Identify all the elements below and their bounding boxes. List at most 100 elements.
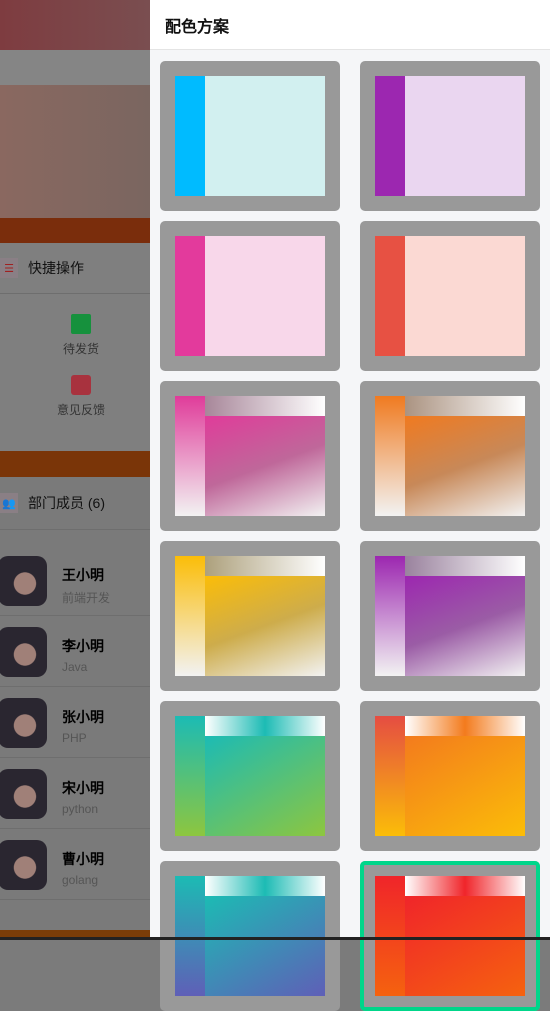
preview-sidebar	[175, 876, 205, 996]
preview-content	[205, 416, 325, 516]
color-scheme-option[interactable]	[360, 541, 540, 691]
members-header: 👥 部门成员 (6)	[0, 477, 150, 530]
member-name: 曹小明	[62, 851, 104, 867]
preview-sidebar	[175, 76, 205, 196]
preview-topbar	[205, 556, 325, 576]
preview-sidebar	[375, 556, 405, 676]
scheme-preview	[175, 556, 325, 676]
color-scheme-option[interactable]	[160, 701, 340, 851]
preview-sidebar	[175, 396, 205, 516]
color-scheme-option[interactable]	[160, 861, 340, 1011]
preview-content	[205, 76, 325, 196]
preview-content	[205, 896, 325, 996]
preview-sidebar	[175, 556, 205, 676]
member-row[interactable]: 王小明 前端开发	[0, 545, 150, 616]
action-label: 待发货	[62, 342, 99, 356]
page-header	[0, 0, 150, 50]
member-row[interactable]: 宋小明 python	[0, 758, 150, 829]
divider-band	[0, 451, 150, 477]
preview-content	[405, 576, 525, 676]
scheme-preview	[175, 236, 325, 356]
quick-actions-header: ☰ 快捷操作	[0, 243, 150, 293]
scheme-preview	[375, 556, 525, 676]
avatar	[0, 698, 47, 748]
pending-shipment-action[interactable]: 待发货	[0, 314, 150, 357]
color-scheme-option[interactable]	[360, 61, 540, 211]
member-role: Java	[62, 660, 88, 674]
member-name: 宋小明	[62, 780, 104, 796]
avatar	[0, 627, 47, 677]
member-name: 李小明	[62, 638, 104, 654]
preview-content	[205, 576, 325, 676]
list-icon: ☰	[0, 258, 18, 278]
members-title: 部门成员 (6)	[28, 495, 105, 511]
preview-topbar	[405, 876, 525, 896]
scheme-preview	[175, 396, 325, 516]
group-icon: 👥	[0, 493, 18, 513]
member-row[interactable]: 李小明 Java	[0, 616, 150, 687]
avatar	[0, 840, 47, 890]
color-scheme-option[interactable]	[360, 861, 540, 1011]
background-page: ☰ 快捷操作 待发货 意见反馈 👥 部门成员 (6) 王小明前端开发 李小明 Ja…	[0, 0, 150, 940]
preview-sidebar	[375, 76, 405, 196]
color-scheme-option[interactable]	[160, 221, 340, 371]
drawer-header: 配色方案	[150, 0, 550, 50]
member-row[interactable]: 张小明 PHP	[0, 687, 150, 758]
page-subheader	[0, 50, 150, 85]
member-row[interactable]: 曹小明 golang	[0, 829, 150, 900]
scheme-preview	[375, 876, 525, 996]
scheme-preview	[375, 76, 525, 196]
scheme-preview	[375, 396, 525, 516]
member-name: 王小明	[62, 567, 104, 583]
scheme-preview	[375, 236, 525, 356]
color-scheme-option[interactable]	[360, 381, 540, 531]
preview-topbar	[205, 396, 325, 416]
preview-sidebar	[175, 236, 205, 356]
member-role: golang	[62, 873, 99, 887]
preview-content	[205, 736, 325, 836]
preview-sidebar	[375, 876, 405, 996]
feedback-action[interactable]: 意见反馈	[0, 375, 150, 418]
color-scheme-drawer: 配色方案	[150, 0, 550, 1011]
preview-sidebar	[375, 396, 405, 516]
scheme-preview	[175, 716, 325, 836]
preview-topbar	[405, 716, 525, 736]
feedback-icon	[71, 375, 91, 395]
quick-actions-title: 快捷操作	[28, 260, 84, 276]
preview-content	[405, 736, 525, 836]
scheme-grid	[160, 61, 540, 1011]
color-scheme-option[interactable]	[360, 701, 540, 851]
package-icon	[71, 314, 91, 334]
color-scheme-option[interactable]	[160, 381, 340, 531]
members-panel: 👥 部门成员 (6) 王小明前端开发 李小明 Java 张小明 PHP 宋小明 pyt…	[0, 477, 150, 930]
divider-band	[0, 218, 150, 243]
preview-content	[405, 76, 525, 196]
preview-sidebar	[175, 716, 205, 836]
preview-content	[405, 236, 525, 356]
preview-topbar	[405, 556, 525, 576]
avatar	[0, 556, 47, 606]
quick-actions-panel: ☰ 快捷操作 待发货 意见反馈	[0, 243, 150, 451]
member-role: PHP	[62, 731, 87, 745]
member-name: 张小明	[62, 709, 104, 725]
preview-sidebar	[375, 716, 405, 836]
color-scheme-option[interactable]	[160, 541, 340, 691]
action-label: 意见反馈	[56, 403, 105, 417]
preview-topbar	[405, 396, 525, 416]
drawer-title: 配色方案	[165, 18, 230, 36]
color-scheme-option[interactable]	[360, 221, 540, 371]
scheme-preview	[375, 716, 525, 836]
scheme-preview	[175, 76, 325, 196]
preview-topbar	[205, 876, 325, 896]
scheme-preview	[175, 876, 325, 996]
preview-sidebar	[375, 236, 405, 356]
preview-content	[405, 896, 525, 996]
preview-content	[205, 236, 325, 356]
preview-content	[405, 416, 525, 516]
avatar	[0, 769, 47, 819]
member-role: 前端开发	[62, 591, 111, 605]
banner-image	[0, 85, 150, 218]
member-role: python	[62, 802, 99, 816]
preview-topbar	[205, 716, 325, 736]
color-scheme-option[interactable]	[160, 61, 340, 211]
